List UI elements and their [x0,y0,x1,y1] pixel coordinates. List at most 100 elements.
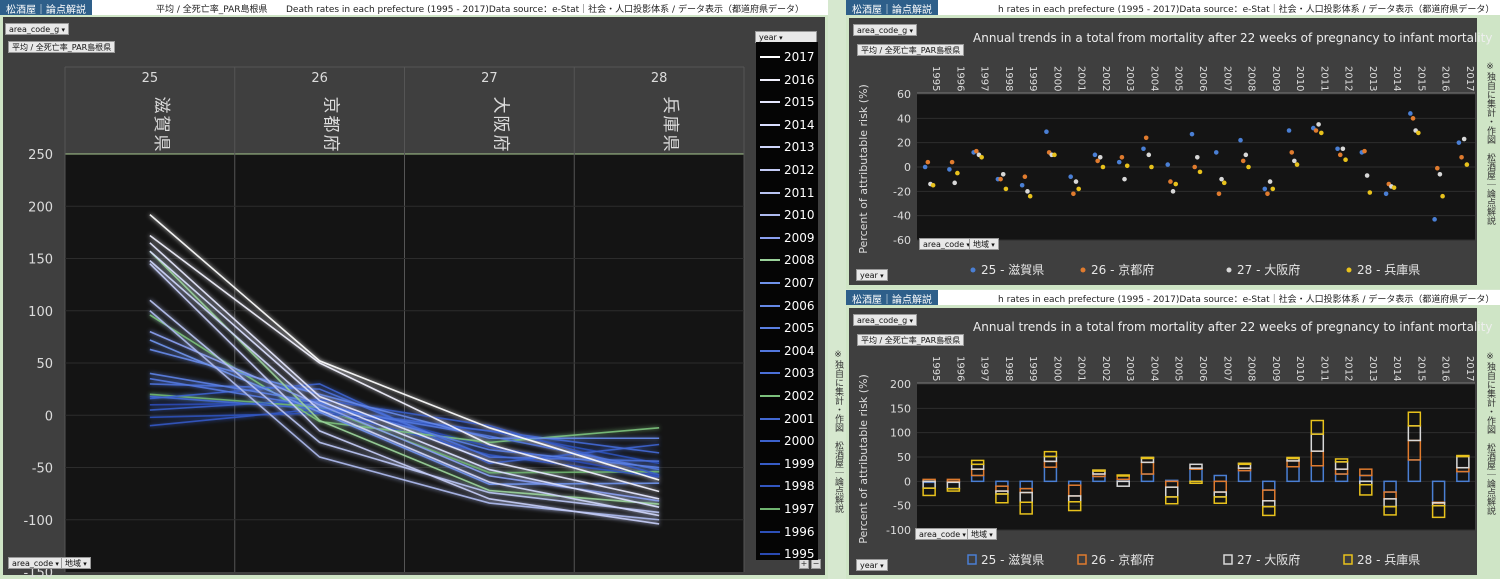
legend-year-1995[interactable]: 1995 [758,543,816,565]
legend-year-1999[interactable]: 1999 [758,453,816,475]
legend-year-2015[interactable]: 2015 [758,91,816,113]
legend-swatch [760,395,780,397]
legend-swatch [760,56,780,58]
rb-area-code-dropdown[interactable]: area_code [915,528,970,540]
rt-chart-area: area_code_g 平均 / 全死亡率_PAR島根県 Annual tren… [849,18,1492,285]
rt-year-dropdown[interactable]: year [856,269,888,281]
legend-swatch [760,101,780,104]
scatter-point [1019,182,1025,188]
scatter-point [1340,146,1346,152]
legend-marker [1080,267,1086,273]
legend-year-2014[interactable]: 2014 [758,114,816,136]
y-tick-label: 150 [28,253,53,268]
x-tick-label: 2007 [1221,66,1232,91]
legend-year-1997[interactable]: 1997 [758,498,816,520]
x-tick-label: 2006 [1197,356,1208,381]
stacked-bar-segment [1286,456,1300,460]
rb-header-source: h rates in each prefecture (1995 - 2017)… [998,295,1495,305]
legend-year-2006[interactable]: 2006 [758,295,816,317]
legend-year-2000[interactable]: 2000 [758,430,816,452]
y-tick-label: -60 [893,234,911,247]
left-header: 松酒屋｜論点解説 平均 / 全死亡率_PAR島根県 Death rates in… [0,0,828,15]
rb-year-dropdown[interactable]: year [856,559,888,571]
y-tick-label: -50 [32,462,53,477]
scatter-point [1165,162,1171,167]
x-tick-label: 2009 [1270,66,1281,91]
right-top-panel: 松酒屋｜論点解説 h rates in each prefecture (199… [846,0,1500,289]
legend-label: 2005 [784,321,815,336]
legend-label: 2014 [784,117,815,132]
scatter-point [1216,191,1222,197]
legend-label: 2003 [784,366,815,381]
legend-year-2004[interactable]: 2004 [758,340,816,362]
rt-header-source: h rates in each prefecture (1995 - 2017)… [998,5,1495,15]
legend-year-2012[interactable]: 2012 [758,159,816,181]
legend-swatch [760,282,780,284]
rb-chart-area: area_code_g 平均 / 全死亡率_PAR島根県 Annual tren… [849,308,1492,575]
legend-year-2007[interactable]: 2007 [758,272,816,294]
region-dropdown[interactable]: 地域 [61,557,91,569]
y-tick-label: 0 [45,409,53,424]
legend-marker [1077,554,1087,565]
header-source: Death rates in each prefecture (1995 - 2… [286,5,804,15]
area-code-dropdown[interactable]: area_code [8,557,63,569]
legend-marker [967,554,977,565]
y-tick-label: 0 [904,475,911,488]
rt-area-code-dropdown[interactable]: area_code [919,238,974,250]
right-bottom-panel: 松酒屋｜論点解説 h rates in each prefecture (199… [846,290,1500,579]
scatter-point [998,176,1003,182]
column-name-char: 都 [321,116,341,133]
legend-year-2017[interactable]: 2017 [758,46,816,68]
x-tick-label: 2008 [1246,356,1257,381]
legend-year-2008[interactable]: 2008 [758,249,816,271]
scatter-point [1286,128,1292,133]
y-tick-label: 60 [897,88,911,101]
legend-swatch [760,78,780,81]
scatter-point [1240,158,1246,164]
column-name-char: 大 [490,97,510,114]
legend-label: 27 - 大阪府 [1237,262,1300,277]
x-tick-label: 1996 [954,66,965,91]
y-tick-label: -50 [893,500,911,513]
scatter-point [1022,174,1028,180]
scatter-point [1335,146,1340,152]
legend-year-2003[interactable]: 2003 [758,362,816,384]
legend-year-2001[interactable]: 2001 [758,408,816,430]
scatter-point [1292,158,1297,164]
rt-region-dropdown[interactable]: 地域 [969,238,999,250]
legend-year-2011[interactable]: 2011 [758,182,816,204]
scatter-point [922,164,928,170]
column-name-char: 県 [660,135,680,152]
x-tick-label: 2013 [1367,356,1378,381]
legend-year-2013[interactable]: 2013 [758,136,816,158]
y-tick-label: 20 [897,137,911,150]
column-name-char: 府 [490,135,510,152]
y-tick-label: 100 [890,427,911,440]
legend-year-2002[interactable]: 2002 [758,385,816,407]
scatter-point [1097,154,1103,160]
column-name-char: 賀 [151,116,171,133]
x-tick-label: 2000 [1051,66,1062,91]
legend-year-2016[interactable]: 2016 [758,69,816,91]
column-name-char: 阪 [490,116,510,133]
column-name-char: 庫 [660,116,680,133]
legend-label: 2015 [784,95,815,110]
legend-marker [1346,267,1352,273]
x-tick-label: 2007 [1221,356,1232,381]
legend-swatch [760,440,780,443]
scatter-point [949,159,955,165]
x-tick-label: 2011 [1318,356,1329,381]
legend-swatch [760,214,780,217]
x-tick-label: 2003 [1124,66,1135,91]
legend-year-1998[interactable]: 1998 [758,475,816,497]
rb-region-dropdown[interactable]: 地域 [967,528,997,540]
x-tick-label: 2014 [1391,66,1402,91]
legend-year-1996[interactable]: 1996 [758,521,816,543]
legend-year-2010[interactable]: 2010 [758,204,816,226]
legend-year-2009[interactable]: 2009 [758,227,816,249]
scatter-point [1141,146,1146,152]
legend-year-2005[interactable]: 2005 [758,317,816,339]
column-name-char: 県 [151,135,171,152]
scatter-point [1116,159,1122,165]
legend-label: 2011 [784,185,815,200]
